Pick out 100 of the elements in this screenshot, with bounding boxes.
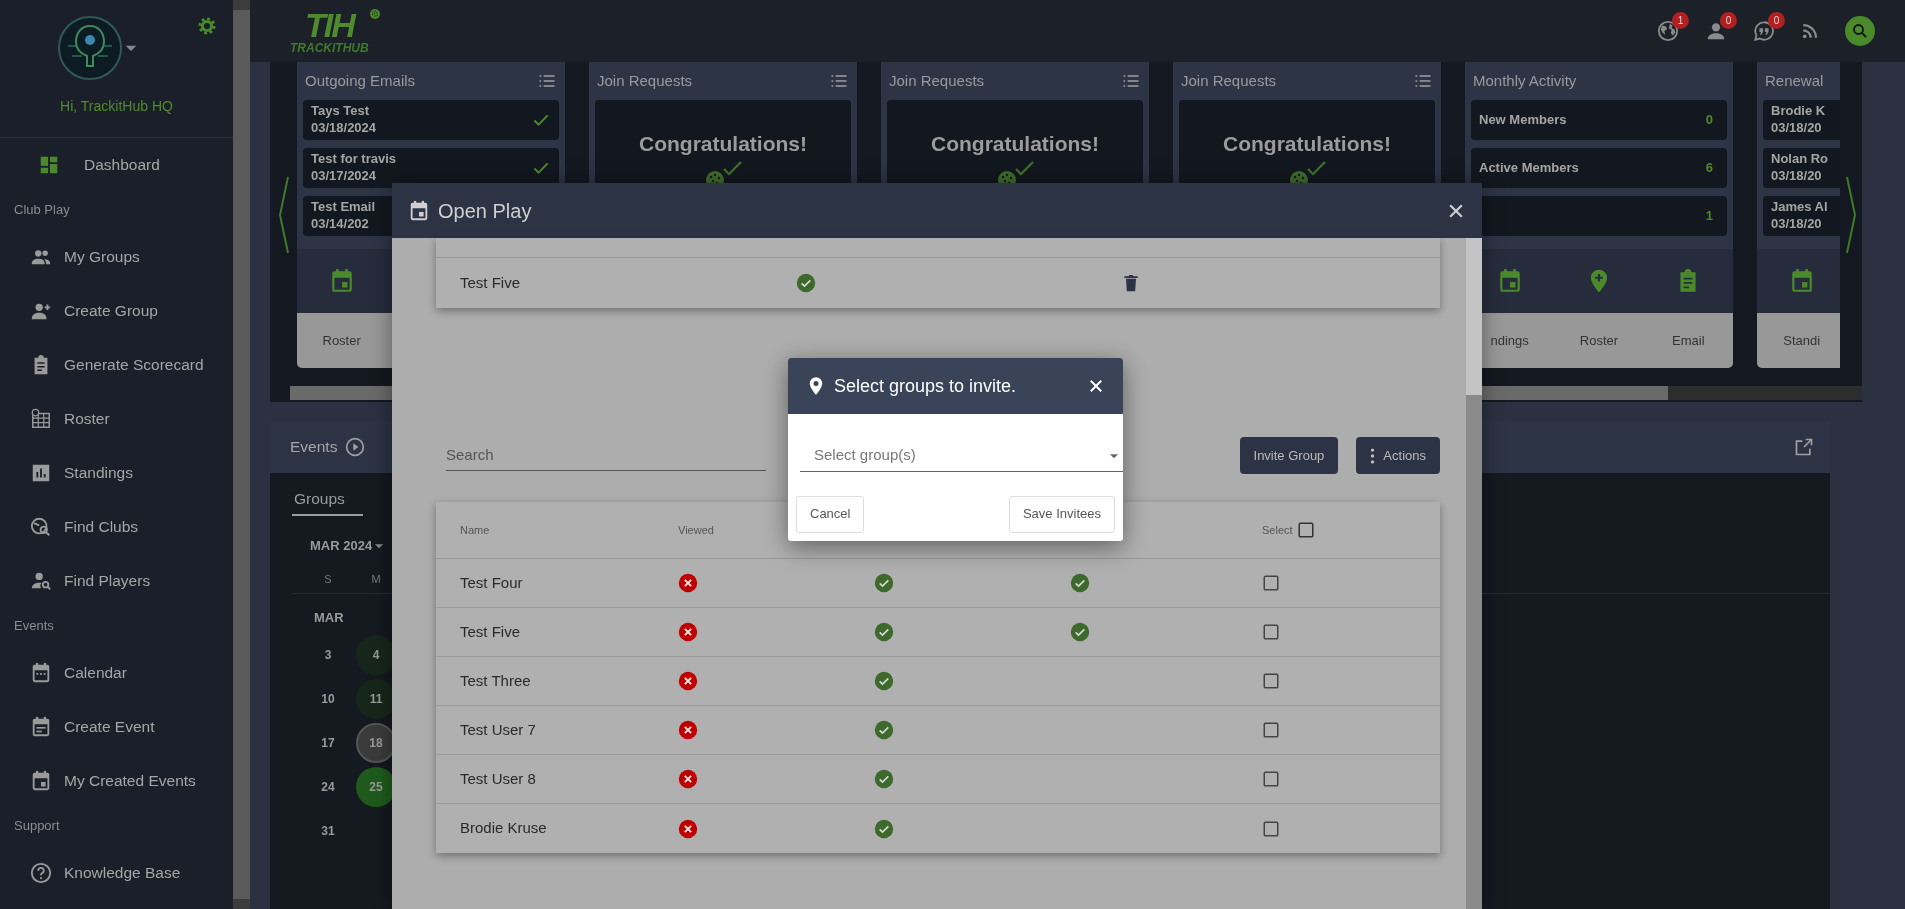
sidebar-link[interactable]: Create Group — [0, 284, 233, 338]
sidebar-link[interactable]: Find Players — [0, 554, 233, 608]
rss-icon[interactable] — [1801, 22, 1819, 40]
section-heading: Club Play — [13, 201, 71, 219]
sidebar-link[interactable]: Standings — [0, 446, 233, 500]
dialog-button[interactable]: Cancel — [796, 495, 865, 533]
notification-badge: 0 — [1768, 12, 1785, 29]
calendar-day[interactable]: 24 — [308, 767, 348, 808]
stat-label: Active Members — [1479, 159, 1579, 178]
action-button[interactable]: Invite Group — [1239, 437, 1339, 474]
calendar-day[interactable]: 10 — [308, 679, 348, 720]
person-icon[interactable] — [1705, 20, 1727, 42]
external-link-icon[interactable] — [1794, 436, 1814, 457]
email-subject: Brodie K — [1771, 103, 1826, 120]
date-text: 03/17/2024 — [311, 168, 378, 185]
panel-title: Events — [290, 437, 338, 458]
modal-title: Open Play — [438, 198, 532, 224]
table-cell-text: Test User 8 — [460, 768, 537, 789]
dialog-title: Select groups to invite. — [834, 374, 1017, 398]
card-link[interactable]: Roster — [322, 330, 361, 351]
sidebar-link[interactable]: Roster — [0, 392, 233, 446]
date-text: 03/18/20 — [1771, 120, 1823, 137]
card-title: Join Requests — [889, 70, 985, 91]
column-header: Viewed — [678, 522, 715, 538]
close-icon[interactable] — [1087, 377, 1105, 395]
checkbox[interactable] — [1262, 770, 1280, 788]
checkbox[interactable] — [1262, 623, 1280, 641]
checkbox[interactable] — [1262, 721, 1280, 739]
checkbox[interactable] — [1262, 819, 1280, 838]
email-subject: Tays Test — [311, 103, 371, 120]
trash-icon[interactable] — [1121, 273, 1141, 293]
sidebar-link[interactable]: My Groups — [0, 230, 233, 284]
card-link[interactable]: ndings — [1490, 330, 1529, 351]
card-title: Join Requests — [597, 70, 693, 91]
checkbox[interactable] — [1262, 672, 1280, 690]
stat-value: 1 — [1705, 207, 1713, 226]
search-button[interactable] — [1845, 16, 1875, 46]
checkbox[interactable] — [1296, 521, 1315, 539]
email-subject: Test for travis — [311, 151, 396, 168]
search-icon — [1851, 22, 1869, 40]
calendar-day[interactable]: 31 — [308, 811, 348, 852]
card-link[interactable]: Standi — [1783, 330, 1821, 351]
card-title: Join Requests — [1181, 70, 1277, 91]
checkbox[interactable] — [1262, 574, 1280, 592]
tab[interactable]: Groups — [292, 486, 363, 517]
section-heading: Events — [13, 617, 55, 635]
congrats-text: Congratulations! — [639, 131, 807, 157]
ball-icon — [368, 8, 381, 20]
notification-badge: 1 — [1672, 12, 1689, 29]
sidebar-link[interactable]: Calendar — [0, 646, 233, 700]
stat-value: 6 — [1705, 159, 1713, 178]
play-icon[interactable] — [345, 436, 366, 457]
group-select-field[interactable]: Select group(s) — [800, 440, 1123, 472]
date-text: 03/18/2024 — [311, 120, 377, 137]
card-title: Monthly Activity — [1473, 70, 1577, 91]
table-cell-text: Test Four — [460, 572, 524, 593]
settings-icon[interactable] — [197, 16, 217, 36]
email-subject: Nolan Ro — [1771, 151, 1829, 168]
actions-button[interactable]: Actions — [1356, 437, 1440, 474]
congrats-text: Congratulations! — [931, 131, 1099, 157]
stat-value: 0 — [1705, 111, 1713, 130]
search-field[interactable]: Search — [446, 439, 766, 472]
card-title: Renewal — [1765, 70, 1824, 91]
card-link[interactable]: Email — [1672, 330, 1705, 351]
date-text: 03/18/20 — [1771, 168, 1823, 185]
table-cell-text: Test User 7 — [460, 719, 537, 740]
scrollbar[interactable] — [1466, 238, 1482, 909]
sidebar-link[interactable]: My Created Events — [0, 754, 233, 808]
sidebar-link[interactable]: Knowledge Base — [0, 846, 233, 900]
scrollbar[interactable] — [233, 0, 250, 909]
notification-badge: 0 — [1720, 12, 1737, 29]
sidebar-link[interactable]: Generate Scorecard — [0, 338, 233, 392]
email-subject: James Al — [1771, 199, 1828, 216]
chat-icon[interactable] — [1753, 20, 1775, 42]
chevron-left-icon[interactable] — [277, 175, 290, 255]
table-cell-text: Brodie Kruse — [460, 818, 548, 839]
sidebar-link[interactable]: Dashboard — [0, 138, 233, 192]
calendar-day[interactable]: 17 — [308, 723, 348, 764]
card-link[interactable]: Roster — [1579, 330, 1619, 351]
calendar-day[interactable]: 3 — [308, 635, 348, 676]
email-subject: Test Email — [311, 199, 376, 216]
date-text: 03/18/20 — [1771, 216, 1823, 233]
table-cell-text: Test Five — [460, 272, 521, 293]
globe-icon[interactable] — [1657, 20, 1679, 42]
congrats-text: Congratulations! — [1223, 131, 1391, 157]
club-logo-drawing — [57, 16, 122, 80]
logo-text: TRACKITHUB — [290, 42, 369, 54]
stat-label: New Members — [1479, 111, 1567, 130]
chevron-right-icon[interactable] — [1845, 175, 1857, 255]
table-cell-text: Test Five — [460, 621, 521, 642]
calendar-icon — [408, 199, 430, 222]
sidebar-link[interactable]: Create Event — [0, 700, 233, 754]
weekday-label: M — [370, 571, 382, 587]
weekday-label: S — [323, 571, 333, 587]
dialog-button[interactable]: Save Invitees — [1008, 495, 1115, 533]
month-picker[interactable]: MAR 2024 — [310, 536, 373, 556]
kebab-icon — [1370, 447, 1376, 464]
sidebar-link[interactable]: Find Clubs — [0, 500, 233, 554]
greeting-text: Hi, TrackitHub HQ — [59, 97, 174, 116]
section-heading: Support — [13, 817, 61, 835]
